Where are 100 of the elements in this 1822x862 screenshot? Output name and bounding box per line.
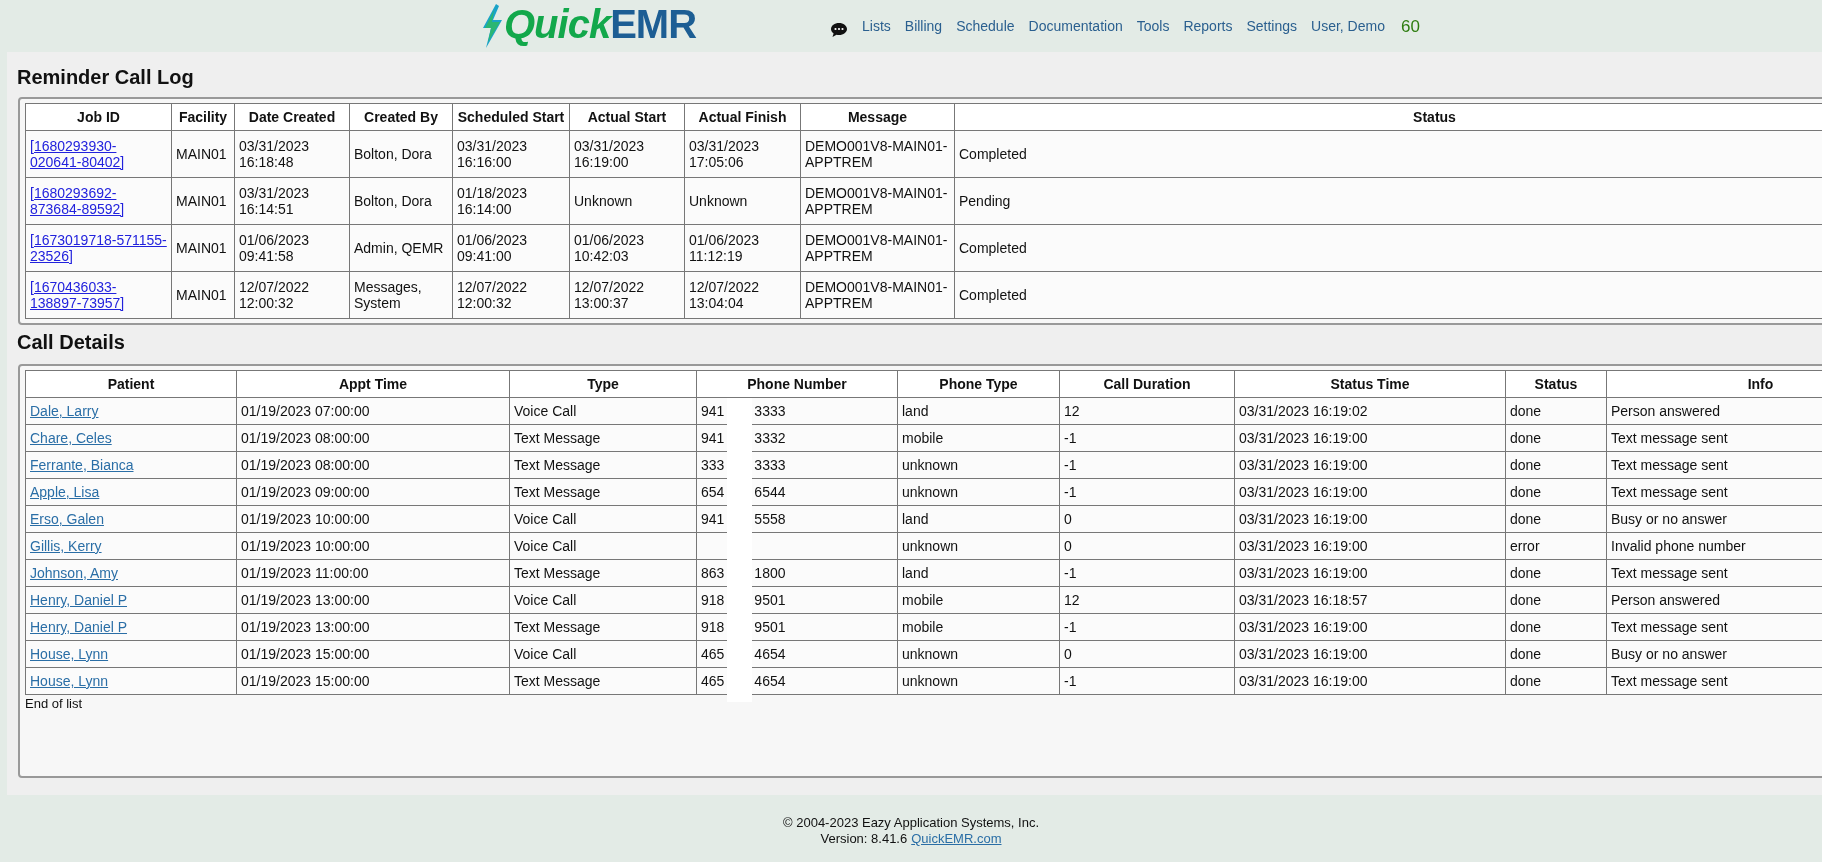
phone-number-end: 3332 <box>754 430 786 446</box>
table-cell: MAIN01 <box>171 177 235 225</box>
column-header: Patient <box>25 370 237 398</box>
column-header: Phone Number <box>696 370 898 398</box>
table-cell: DEMO001V8-MAIN01-APPTREM <box>800 271 955 319</box>
table-cell: Voice Call <box>509 397 697 425</box>
table-cell: MAIN01 <box>171 271 235 319</box>
column-header: Status <box>954 103 1822 131</box>
table-cell: 01/19/2023 13:00:00 <box>236 586 510 614</box>
table-cell: 03/31/2023 16:14:51 <box>234 177 350 225</box>
table-cell: 03/31/2023 16:19:00 <box>1234 559 1506 587</box>
patient-link[interactable]: Erso, Galen <box>30 511 104 527</box>
nav-link[interactable]: Settings <box>1246 18 1298 34</box>
table-cell: 01/19/2023 09:00:00 <box>236 478 510 506</box>
table-cell: done <box>1505 505 1607 533</box>
table-cell: mobile <box>897 586 1060 614</box>
table-cell: 03/31/2023 16:19:00 <box>1234 613 1506 641</box>
table-cell: 03/31/2023 16:19:00 <box>1234 667 1506 695</box>
table-cell: Text Message <box>509 424 697 452</box>
table-cell: done <box>1505 640 1607 668</box>
table-cell: Text Message <box>509 478 697 506</box>
table-cell: MAIN01 <box>171 224 235 272</box>
phone-number-start: 918 <box>701 592 725 608</box>
website-link[interactable]: QuickEMR.com <box>911 831 1002 846</box>
table-cell: -1 <box>1059 478 1235 506</box>
table-cell: mobile <box>897 613 1060 641</box>
table-cell: 03/31/2023 16:19:00 <box>1234 640 1506 668</box>
end-of-list-text: End of list <box>25 695 84 712</box>
table-cell: 03/31/2023 16:19:00 <box>1234 478 1506 506</box>
table-cell: -1 <box>1059 451 1235 479</box>
table-cell: done <box>1505 559 1607 587</box>
table-cell: -1 <box>1059 613 1235 641</box>
table-cell: -1 <box>1059 667 1235 695</box>
patient-link[interactable]: Gillis, Kerry <box>30 538 102 554</box>
table-cell: 03/31/2023 16:19:00 <box>1234 451 1506 479</box>
table-cell: done <box>1505 424 1607 452</box>
phone-number-start: 863 <box>701 565 725 581</box>
column-header: Scheduled Start <box>452 103 570 131</box>
table-cell: Messages, System <box>349 271 453 319</box>
patient-link[interactable]: Dale, Larry <box>30 403 99 419</box>
column-header: Job ID <box>25 103 172 131</box>
table-cell: unknown <box>897 451 1060 479</box>
phone-number-end: 6544 <box>754 484 786 500</box>
table-cell: Text Message <box>509 667 697 695</box>
table-cell: DEMO001V8-MAIN01-APPTREM <box>800 224 955 272</box>
table-cell: 12 <box>1059 397 1235 425</box>
phone-number-start: 465 <box>701 646 725 662</box>
nav-link[interactable]: Reports <box>1183 18 1233 34</box>
table-cell: 12 <box>1059 586 1235 614</box>
table-cell: 01/19/2023 07:00:00 <box>236 397 510 425</box>
table-cell: 01/18/2023 16:14:00 <box>452 177 570 225</box>
table-cell: 01/06/2023 11:12:19 <box>684 224 801 272</box>
phone-number-start: 941 <box>701 430 725 446</box>
phone-number-end: 5558 <box>754 511 786 527</box>
table-cell: land <box>897 397 1060 425</box>
table-cell: Bolton, Dora <box>349 177 453 225</box>
phone-number-end: 4654 <box>754 673 786 689</box>
table-cell: 01/19/2023 15:00:00 <box>236 667 510 695</box>
column-header: Type <box>509 370 697 398</box>
table-cell: error <box>1505 532 1607 560</box>
column-header: Created By <box>349 103 453 131</box>
table-cell: -1 <box>1059 559 1235 587</box>
patient-link[interactable]: Apple, Lisa <box>30 484 100 500</box>
table-cell: done <box>1505 478 1607 506</box>
table-cell: unknown <box>897 478 1060 506</box>
counter: 60 <box>1400 17 1420 37</box>
table-cell: Pending <box>954 177 1822 225</box>
nav-link[interactable]: Billing <box>904 18 943 34</box>
nav-link[interactable]: Schedule <box>956 18 1015 34</box>
table-cell: DEMO001V8-MAIN01-APPTREM <box>800 130 955 178</box>
table-cell: Text Message <box>509 451 697 479</box>
table-cell: 01/19/2023 10:00:00 <box>236 532 510 560</box>
nav-link[interactable]: Documentation <box>1028 18 1123 34</box>
phone-number-start: 465 <box>701 673 725 689</box>
table-cell: done <box>1505 613 1607 641</box>
table-cell: done <box>1505 586 1607 614</box>
table-cell: 0 <box>1059 532 1235 560</box>
table-cell: unknown <box>897 532 1060 560</box>
phone-number-start: 941 <box>701 403 725 419</box>
table-cell: 03/31/2023 16:18:48 <box>234 130 350 178</box>
column-header: Phone Type <box>897 370 1060 398</box>
table-cell: 03/31/2023 16:19:00 <box>569 130 685 178</box>
table-cell: 01/19/2023 13:00:00 <box>236 613 510 641</box>
table-cell: Text Message <box>509 613 697 641</box>
table-cell: done <box>1505 667 1607 695</box>
phone-number-end: 1800 <box>754 565 786 581</box>
nav-link[interactable]: Lists <box>862 18 891 34</box>
nav-link[interactable]: Tools <box>1136 18 1170 34</box>
table-cell: Unknown <box>569 177 685 225</box>
phone-number-end: 9501 <box>754 592 786 608</box>
table-cell: Busy or no answer <box>1606 640 1822 668</box>
table-cell: Completed <box>954 130 1822 178</box>
table-cell: 03/31/2023 16:19:00 <box>1234 505 1506 533</box>
chat-bubble-icon[interactable] <box>830 22 848 38</box>
table-cell: Text Message <box>509 559 697 587</box>
table-cell: DEMO001V8-MAIN01-APPTREM <box>800 177 955 225</box>
nav-link[interactable]: User, Demo <box>1311 18 1385 34</box>
table-cell: 0 <box>1059 505 1235 533</box>
table-cell: 0 <box>1059 640 1235 668</box>
table-cell: Unknown <box>684 177 801 225</box>
